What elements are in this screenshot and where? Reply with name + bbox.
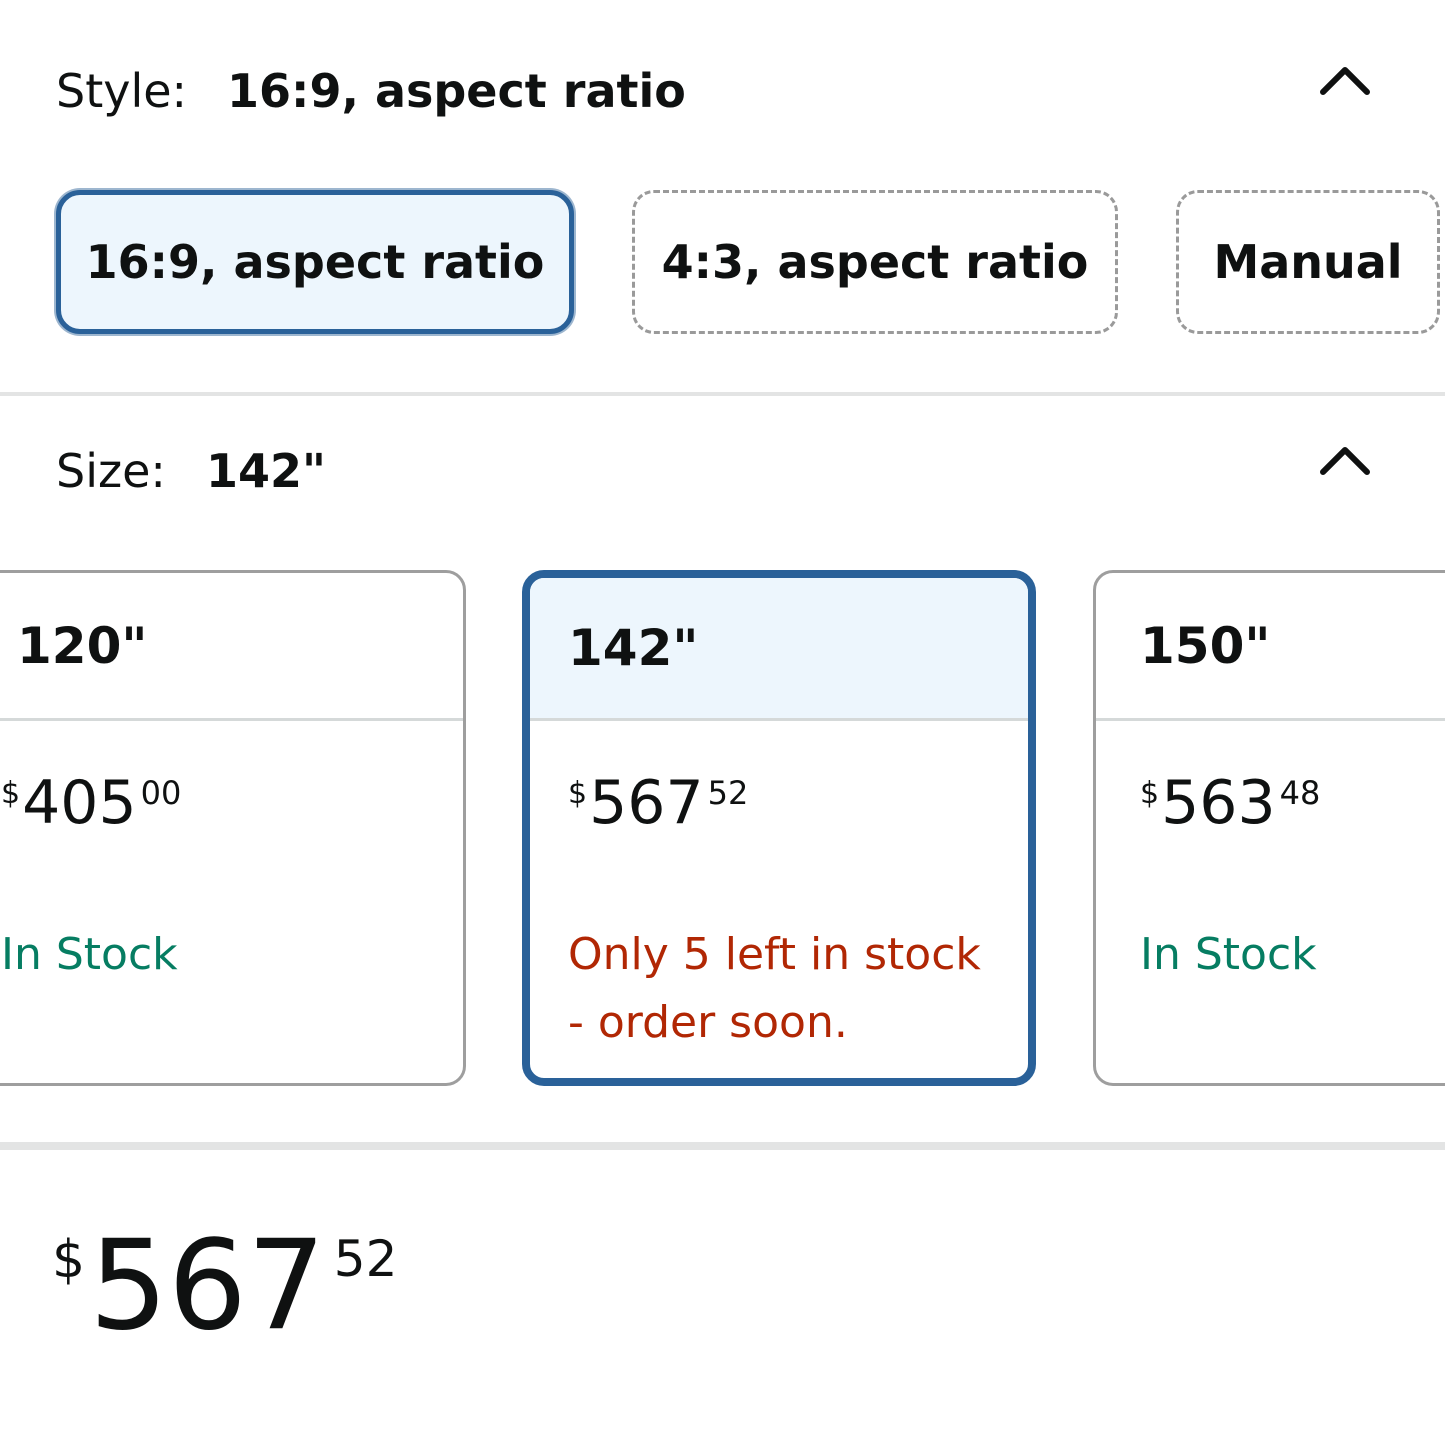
size-option-label: 150" (1096, 573, 1445, 721)
variation-selector: Style: 16:9, aspect ratio 16:9, aspect r… (0, 0, 1445, 1445)
size-option-label: 120" (0, 573, 463, 721)
size-option-142[interactable]: 142" $ 567 52 Only 5 left in stock - ord… (522, 570, 1036, 1086)
chevron-up-icon[interactable] (1317, 440, 1373, 480)
stock-status: Only 5 left in stock - order soon. (568, 929, 981, 1048)
style-selected-value: 16:9, aspect ratio (227, 64, 686, 118)
size-option-price: $ 405 00 (1, 773, 181, 833)
price-fraction: 00 (140, 774, 182, 812)
size-option-label: 142" (530, 578, 1028, 721)
size-label: Size: (56, 444, 166, 498)
price-whole: 563 (1161, 768, 1276, 838)
size-option-120[interactable]: 120" $ 405 00 In Stock (0, 570, 466, 1086)
size-option-price: $ 563 48 (1140, 773, 1320, 833)
price-fraction: 48 (1279, 774, 1321, 812)
price-symbol: $ (1140, 776, 1160, 811)
style-label: Style: (56, 64, 188, 118)
style-option-manual[interactable]: Manual (1176, 190, 1440, 334)
size-header: Size: 142" (56, 444, 326, 498)
section-divider (0, 392, 1445, 396)
style-option-16-9[interactable]: 16:9, aspect ratio (56, 190, 574, 334)
section-divider (0, 1142, 1445, 1150)
price-fraction: 52 (707, 774, 749, 812)
price-symbol: $ (1, 776, 21, 811)
size-selected-value: 142" (205, 444, 326, 498)
price-whole: 567 (89, 1214, 326, 1358)
size-option-150[interactable]: 150" $ 563 48 In Stock (1093, 570, 1445, 1086)
price-fraction: 52 (333, 1230, 398, 1288)
style-header: Style: 16:9, aspect ratio (56, 64, 686, 118)
price-symbol: $ (568, 776, 588, 811)
stock-status: In Stock (1140, 929, 1317, 980)
chevron-up-icon[interactable] (1317, 60, 1373, 100)
price-whole: 567 (589, 768, 704, 838)
product-price: $ 567 52 (52, 1224, 397, 1348)
price-whole: 405 (22, 768, 137, 838)
size-option-price: $ 567 52 (568, 773, 748, 833)
style-option-4-3[interactable]: 4:3, aspect ratio (632, 190, 1118, 334)
price-symbol: $ (52, 1230, 86, 1290)
stock-status: In Stock (1, 929, 178, 980)
